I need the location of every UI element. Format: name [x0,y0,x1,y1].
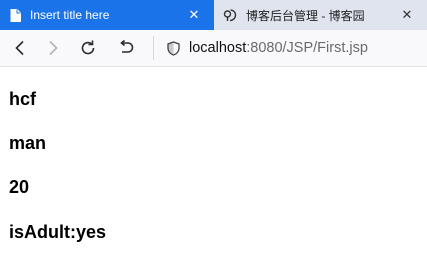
forward-arrow-icon [49,40,58,56]
toolbar-divider [153,36,154,60]
page-icon [10,8,21,22]
reload-button[interactable] [76,36,100,60]
undo-icon [120,39,134,53]
tab-cnblogs[interactable]: 博客后台管理 - 博客园 ✕ [214,0,427,30]
close-icon[interactable]: ✕ [399,6,415,22]
url-path: :8080/JSP/First.jsp [246,40,368,56]
url-text: localhost:8080/JSP/First.jsp [189,40,368,56]
output-line-age: 20 [9,177,30,197]
forward-button[interactable] [41,36,65,60]
tab-insert-title[interactable]: Insert title here ✕ [0,0,214,30]
output-line-name: hcf [9,89,36,109]
page-content: hcf man 20 isAdult:yes [0,67,427,260]
tab-title: Insert title here [30,8,110,22]
output-line-gender: man [9,133,47,153]
back-button[interactable] [8,36,32,60]
address-bar[interactable]: localhost:8080/JSP/First.jsp [153,34,425,62]
reload-icon [81,40,95,55]
navigation-toolbar: localhost:8080/JSP/First.jsp [0,30,427,67]
output-line-adult: isAdult:yes [9,222,107,242]
back-arrow-icon [15,40,24,56]
tab-title: 博客后台管理 - 博客园 [246,8,365,23]
url-host: localhost [189,40,247,56]
cnblogs-icon [223,8,237,22]
shield-icon [167,41,180,56]
tab-strip: Insert title here ✕ 博客后台管理 - 博客园 ✕ [0,0,427,30]
undo-button[interactable] [114,36,138,60]
close-icon[interactable]: ✕ [186,6,202,22]
